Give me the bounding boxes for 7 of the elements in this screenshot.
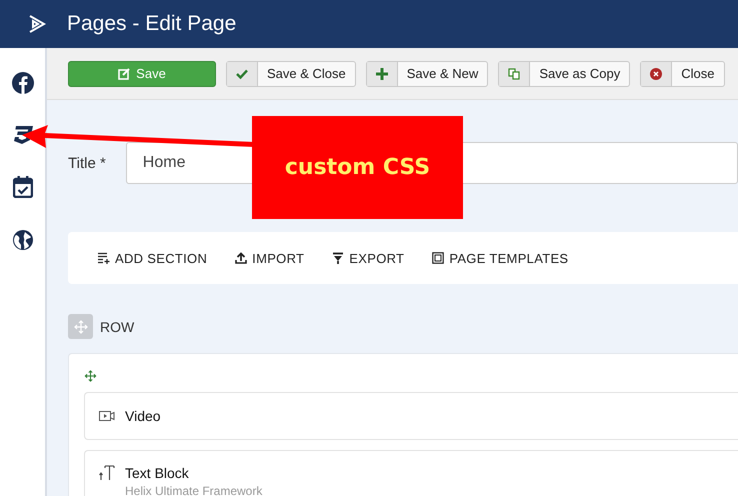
addon-title: Text Block	[125, 465, 190, 481]
annotation-text: custom CSS	[284, 155, 430, 180]
title-label: Title *	[68, 154, 106, 172]
addon-title: Video	[125, 408, 161, 424]
row-label: ROW	[100, 318, 134, 334]
addon-subtitle: Helix Ultimate Framework	[125, 484, 262, 496]
page-title: Pages - Edit Page	[67, 12, 236, 36]
